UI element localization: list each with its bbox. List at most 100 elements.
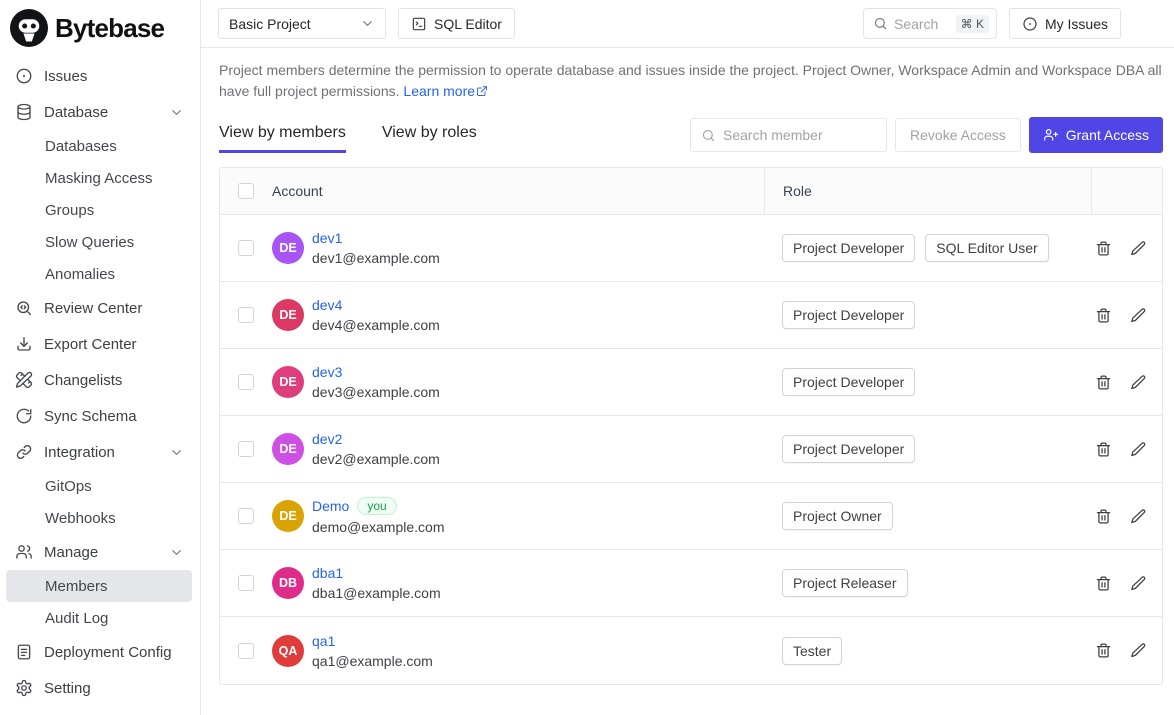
revoke-access-button[interactable]: Revoke Access [895, 118, 1021, 152]
edit-member-button[interactable] [1130, 508, 1147, 525]
role-chip: Project Developer [782, 234, 915, 262]
tab-view-by-roles[interactable]: View by roles [382, 124, 477, 153]
edit-member-button[interactable] [1130, 307, 1147, 324]
sidebar-item-database[interactable]: Database [6, 94, 192, 130]
view-tabs: View by members View by roles [219, 124, 690, 153]
sidebar-item-members[interactable]: Members [6, 570, 192, 602]
member-name-link[interactable]: qa1 [312, 633, 335, 649]
edit-member-button[interactable] [1130, 240, 1147, 257]
delete-member-button[interactable] [1095, 441, 1112, 458]
users-icon [15, 543, 33, 561]
member-name-link[interactable]: dev4 [312, 297, 342, 313]
my-issues-button[interactable]: My Issues [1009, 8, 1121, 39]
sidebar-item-review-center[interactable]: Review Center [6, 290, 192, 326]
tab-view-by-members[interactable]: View by members [219, 124, 346, 153]
edit-member-button[interactable] [1130, 441, 1147, 458]
members-table: Account Role DE dev1 dev1@example.com Pr… [219, 167, 1163, 685]
member-email: dev1@example.com [312, 250, 440, 266]
table-row: DE dev1 dev1@example.com Project Develop… [220, 215, 1162, 282]
edit-member-button[interactable] [1130, 642, 1147, 659]
search-member-input[interactable]: Search member [690, 118, 887, 152]
row-checkbox[interactable] [238, 307, 254, 323]
sidebar-item-issues[interactable]: Issues [6, 58, 192, 94]
members-page: Project members determine the permission… [201, 48, 1174, 715]
user-avatar[interactable]: DE [1133, 9, 1163, 39]
sidebar-item-anomalies[interactable]: Anomalies [6, 258, 192, 290]
sidebar-item-deployment-config[interactable]: Deployment Config [6, 634, 192, 670]
controls-row: View by members View by roles Search mem… [219, 117, 1163, 153]
column-header-role: Role [783, 183, 812, 199]
file-lines-icon [15, 643, 33, 661]
member-name-link[interactable]: Demo [312, 498, 349, 514]
role-chip: Project Developer [782, 301, 915, 329]
circle-dot-icon [15, 67, 33, 85]
sidebar-item-export-center[interactable]: Export Center [6, 326, 192, 362]
sidebar-item-databases[interactable]: Databases [6, 130, 192, 162]
member-email: dba1@example.com [312, 585, 441, 601]
gear-icon [15, 679, 33, 697]
sidebar-item-gitops[interactable]: GitOps [6, 470, 192, 502]
member-name-link[interactable]: dba1 [312, 565, 343, 581]
table-row: QA qa1 qa1@example.com Tester [220, 617, 1162, 684]
row-checkbox[interactable] [238, 441, 254, 457]
circle-dot-icon [1022, 16, 1038, 32]
download-icon [15, 335, 33, 353]
brand-logo[interactable]: Bytebase [0, 0, 200, 54]
sidebar-item-audit-log[interactable]: Audit Log [6, 602, 192, 634]
role-chips: Project Releaser [782, 569, 908, 597]
select-all-checkbox[interactable] [238, 183, 254, 199]
project-select-value: Basic Project [229, 16, 311, 32]
sidebar-item-slow-queries[interactable]: Slow Queries [6, 226, 192, 258]
project-select[interactable]: Basic Project [218, 8, 386, 39]
row-checkbox[interactable] [238, 643, 254, 659]
row-checkbox[interactable] [238, 240, 254, 256]
sidebar-item-setting[interactable]: Setting [6, 670, 192, 706]
pencil-ruler-icon [15, 371, 33, 389]
search-icon [701, 128, 716, 143]
row-checkbox[interactable] [238, 575, 254, 591]
edit-member-button[interactable] [1130, 374, 1147, 391]
sidebar-item-masking-access[interactable]: Masking Access [6, 162, 192, 194]
row-checkbox[interactable] [238, 508, 254, 524]
row-checkbox[interactable] [238, 374, 254, 390]
table-body: DE dev1 dev1@example.com Project Develop… [220, 215, 1162, 684]
delete-member-button[interactable] [1095, 374, 1112, 391]
sidebar-item-changelists[interactable]: Changelists [6, 362, 192, 398]
delete-member-button[interactable] [1095, 642, 1112, 659]
column-header-account: Account [272, 183, 323, 199]
sidebar-item-integration[interactable]: Integration [6, 434, 192, 470]
learn-more-link[interactable]: Learn more [403, 83, 475, 99]
delete-member-button[interactable] [1095, 307, 1112, 324]
sidebar-item-groups[interactable]: Groups [6, 194, 192, 226]
sidebar-nav: Issues Database Databases Masking Access… [0, 54, 200, 706]
global-search-input[interactable]: Search ⌘ K [863, 8, 997, 39]
delete-member-button[interactable] [1095, 240, 1112, 257]
role-chips: Project Owner [782, 502, 893, 530]
role-chip: Project Owner [782, 502, 893, 530]
external-link-icon [476, 85, 488, 97]
table-row: DE Demo you demo@example.com Project Own… [220, 483, 1162, 550]
member-avatar: DE [272, 500, 304, 532]
sql-editor-button[interactable]: SQL Editor [398, 8, 515, 39]
delete-member-button[interactable] [1095, 508, 1112, 525]
chevron-down-icon [360, 16, 375, 31]
member-email: dev2@example.com [312, 451, 440, 467]
search-shortcut-badge: ⌘ K [956, 15, 989, 33]
table-row: DE dev2 dev2@example.com Project Develop… [220, 416, 1162, 483]
member-name-link[interactable]: dev2 [312, 431, 342, 447]
role-chips: Project Developer [782, 435, 915, 463]
database-icon [15, 103, 33, 121]
member-avatar: DB [272, 567, 304, 599]
member-name-link[interactable]: dev1 [312, 230, 342, 246]
edit-member-button[interactable] [1130, 575, 1147, 592]
member-email: dev3@example.com [312, 384, 440, 400]
sidebar-item-webhooks[interactable]: Webhooks [6, 502, 192, 534]
search-icon [873, 16, 888, 31]
sidebar-item-manage[interactable]: Manage [6, 534, 192, 570]
delete-member-button[interactable] [1095, 575, 1112, 592]
grant-access-button[interactable]: Grant Access [1029, 117, 1163, 153]
sidebar-item-sync-schema[interactable]: Sync Schema [6, 398, 192, 434]
member-name-link[interactable]: dev3 [312, 364, 342, 380]
member-avatar: QA [272, 635, 304, 667]
you-badge: you [357, 497, 396, 515]
